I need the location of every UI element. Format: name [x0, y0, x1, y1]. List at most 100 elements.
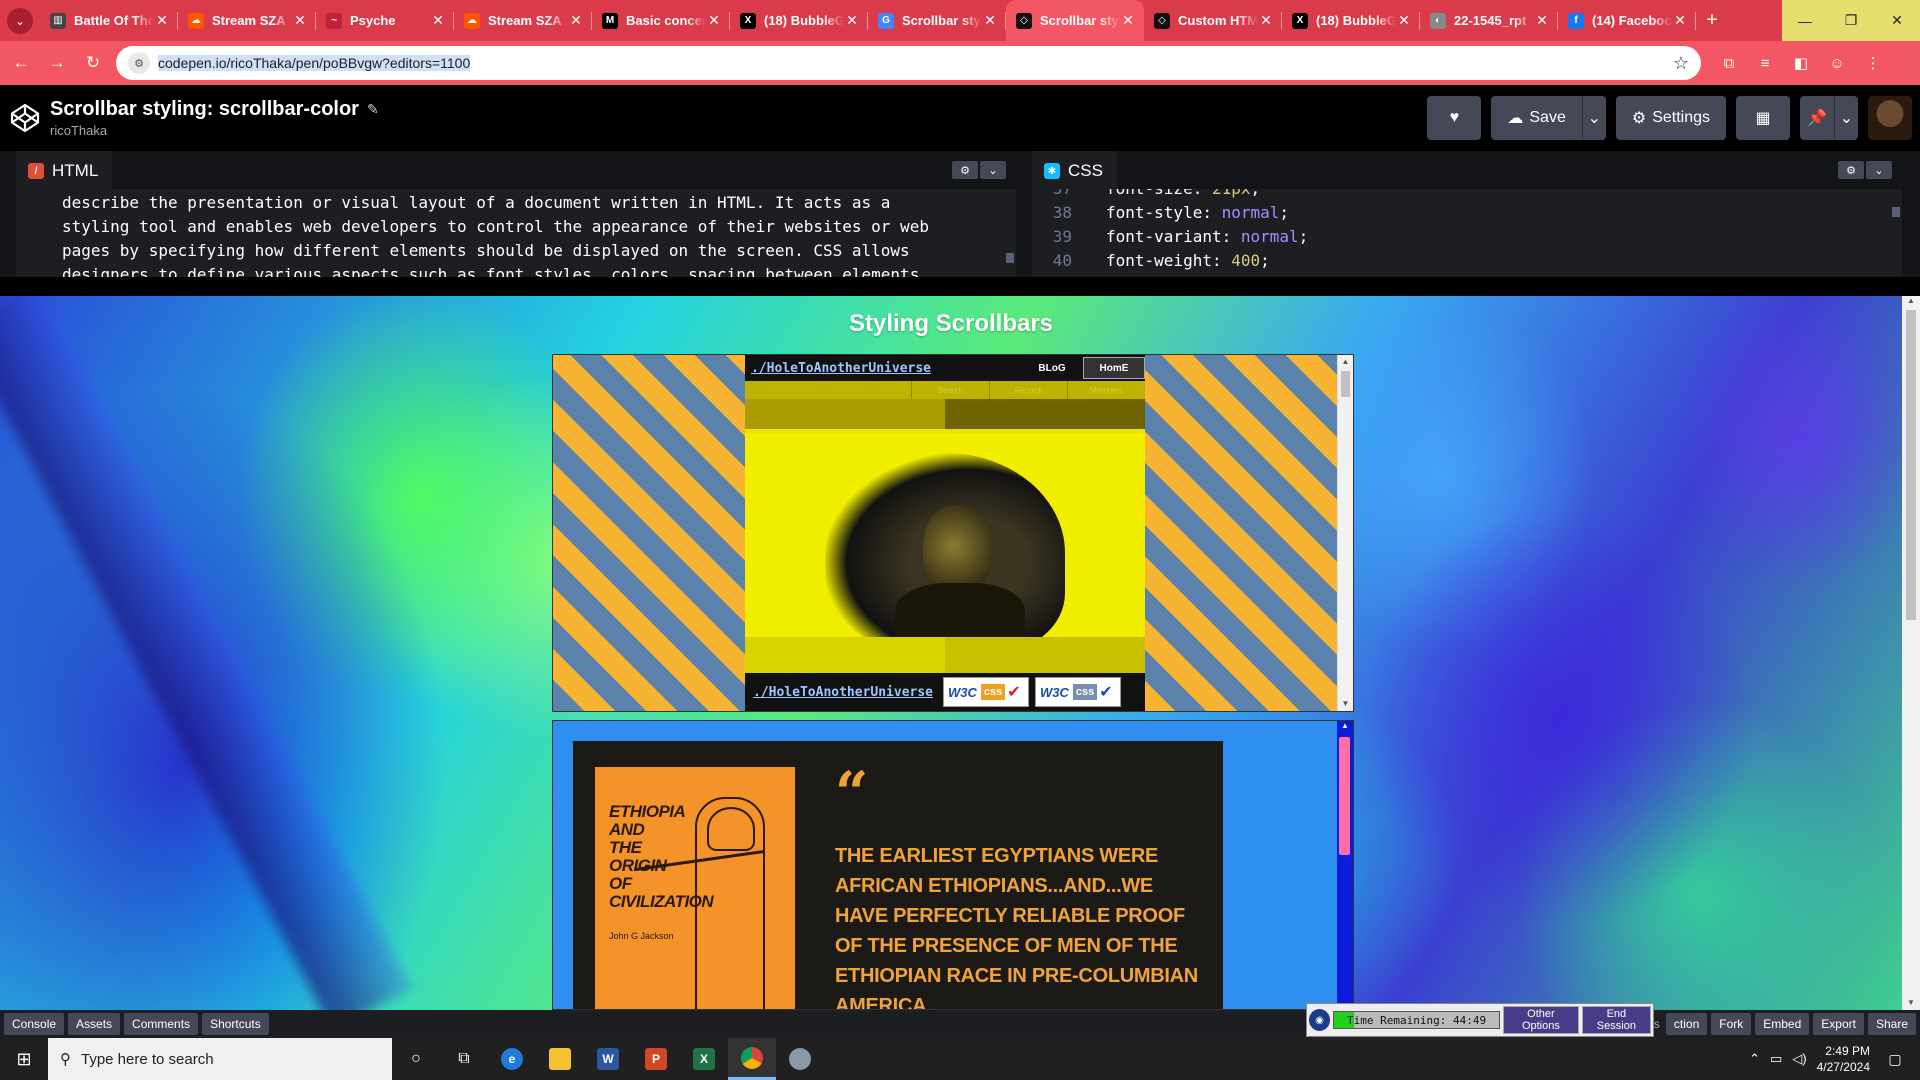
- close-tab-icon[interactable]: ✕: [1396, 12, 1412, 29]
- footer-button-share[interactable]: Share: [1867, 1013, 1916, 1035]
- close-window-icon[interactable]: ✕: [1874, 0, 1920, 41]
- close-tab-icon[interactable]: ✕: [430, 12, 446, 29]
- app-icon[interactable]: [776, 1038, 824, 1080]
- taskbar-search-box[interactable]: ⚲ Type here to search: [48, 1038, 392, 1080]
- powerpoint-icon[interactable]: P: [632, 1038, 680, 1080]
- save-options-button[interactable]: ⌄: [1581, 96, 1606, 140]
- editor-collapse-icon[interactable]: ⌄: [1866, 161, 1892, 179]
- browser-tab[interactable]: ◇ Custom HTM ✕: [1144, 0, 1282, 41]
- pen-title[interactable]: Scrollbar styling: scrollbar-color: [50, 98, 359, 121]
- scroll-box-two[interactable]: ETHIOPIA AND THE ORIGIN OF CIVILIZATION John …: [552, 720, 1354, 1010]
- save-button[interactable]: ☁ Save: [1491, 96, 1582, 140]
- chrome-icon[interactable]: [728, 1038, 776, 1080]
- site-nav-item[interactable]: HomE: [1083, 357, 1145, 379]
- site-footer-link[interactable]: ./HoleToAnotherUniverse: [753, 685, 933, 700]
- site-nav-item[interactable]: BLoG: [1021, 357, 1083, 379]
- network-icon[interactable]: ▭: [1770, 1051, 1782, 1067]
- footer-button-console[interactable]: Console: [4, 1013, 65, 1035]
- windows-start-icon[interactable]: ⊞: [0, 1049, 48, 1070]
- css-code-line[interactable]: line-height: ;: [1106, 273, 1308, 277]
- tab-css[interactable]: ✱ CSS: [1032, 151, 1117, 189]
- browser-tab[interactable]: ☁ Stream SZA ✕: [178, 0, 316, 41]
- css-code-line[interactable]: font-size: 21px;: [1106, 189, 1308, 201]
- minimize-icon[interactable]: —: [1782, 0, 1828, 41]
- scroll-down-icon[interactable]: ▼: [1338, 697, 1353, 711]
- close-tab-icon[interactable]: ✕: [844, 12, 860, 29]
- css-code-line[interactable]: font-variant: normal;: [1106, 225, 1308, 249]
- close-tab-icon[interactable]: ✕: [982, 12, 998, 29]
- back-icon[interactable]: ←: [6, 48, 36, 78]
- tab-html[interactable]: / HTML: [16, 151, 113, 189]
- other-options-button[interactable]: Other Options: [1503, 1006, 1579, 1034]
- scrollbar-thumb[interactable]: [1906, 310, 1916, 620]
- forward-icon[interactable]: →: [42, 48, 72, 78]
- task-view-icon[interactable]: ⧉: [440, 1038, 488, 1080]
- footer-button-embed[interactable]: Embed: [1755, 1013, 1810, 1035]
- tab-search-button[interactable]: ⌄: [0, 0, 40, 41]
- html-code-area[interactable]: describe the presentation or visual layo…: [16, 189, 1016, 277]
- browser-tab[interactable]: ◐ 22-1545_rpt ✕: [1420, 0, 1558, 41]
- footer-button-fork[interactable]: Fork: [1711, 1013, 1752, 1035]
- settings-button[interactable]: ⚙ Settings: [1615, 96, 1726, 140]
- site-subnav-item[interactable]: Search: [911, 381, 989, 399]
- scrollbar-thumb[interactable]: [1339, 737, 1350, 855]
- notifications-icon[interactable]: ▢: [1880, 1051, 1910, 1068]
- pin-button[interactable]: 📌: [1800, 96, 1834, 140]
- menu-icon[interactable]: ⋮: [1855, 54, 1891, 72]
- css-editor-scrollbar[interactable]: [1892, 207, 1900, 217]
- browser-tab[interactable]: ~ Psyche ✕: [316, 0, 454, 41]
- browser-tab[interactable]: X (18) BubbleG ✕: [730, 0, 868, 41]
- pen-author[interactable]: ricoThaka: [50, 123, 379, 138]
- scroll-box-one[interactable]: ./HoleToAnotherUniverse BLoG HomE Search R…: [552, 354, 1354, 712]
- browser-tab[interactable]: ◇ Scrollbar sty ✕: [1006, 0, 1144, 41]
- extensions-icon[interactable]: ⧉: [1711, 54, 1747, 72]
- browser-tab[interactable]: X (18) BubbleG ✕: [1282, 0, 1420, 41]
- editor-settings-icon[interactable]: ⚙: [952, 161, 978, 179]
- footer-button-assets[interactable]: Assets: [68, 1013, 121, 1035]
- site-info-icon[interactable]: ⚙: [128, 52, 150, 74]
- heart-button[interactable]: ♥: [1427, 96, 1482, 140]
- cortana-icon[interactable]: ○: [392, 1038, 440, 1080]
- footer-button-export[interactable]: Export: [1813, 1013, 1864, 1035]
- layout-button[interactable]: ▦: [1736, 96, 1790, 140]
- bookmark-star-icon[interactable]: ☆: [1673, 53, 1689, 74]
- word-icon[interactable]: W: [584, 1038, 632, 1080]
- editor-collapse-icon[interactable]: ⌄: [980, 161, 1006, 179]
- address-bar[interactable]: ⚙ codepen.io/ricoThaka/pen/poBBvgw?edito…: [116, 46, 1701, 80]
- user-avatar[interactable]: [1868, 96, 1912, 140]
- restore-icon[interactable]: ❐: [1828, 0, 1874, 41]
- w3c-css-badge[interactable]: W3C css ✔: [1035, 677, 1122, 707]
- browser-tab[interactable]: ☁ Stream SZA ✕: [454, 0, 592, 41]
- site-logo-link[interactable]: ./HoleToAnotherUniverse: [745, 361, 959, 376]
- w3c-css-badge[interactable]: W3C css ✔: [943, 677, 1030, 707]
- preview-pane[interactable]: Styling Scrollbars ./HoleToAnotherUniver…: [0, 296, 1902, 1010]
- close-tab-icon[interactable]: ✕: [1534, 12, 1550, 29]
- footer-button-ction[interactable]: ction: [1665, 1013, 1708, 1035]
- site-subnav-item[interactable]: Recordi: [989, 381, 1067, 399]
- html-code-line[interactable]: designers to define various aspects such…: [62, 263, 1002, 277]
- close-tab-icon[interactable]: ✕: [568, 12, 584, 29]
- css-code-area[interactable]: 37 38 39 40 41 font-size: 21px;font-style: n…: [1032, 189, 1902, 277]
- end-session-button[interactable]: End Session: [1581, 1006, 1651, 1034]
- html-code-line[interactable]: styling tool and enables web developers …: [62, 215, 1002, 239]
- css-code-line[interactable]: font-weight: 400;: [1106, 249, 1308, 273]
- scroll-up-icon[interactable]: ▲: [1338, 355, 1353, 369]
- html-code-line[interactable]: describe the presentation or visual layo…: [62, 191, 1002, 215]
- close-tab-icon[interactable]: ✕: [1258, 12, 1274, 29]
- scroll-box-two-scrollbar[interactable]: ▲: [1337, 721, 1353, 1009]
- reload-icon[interactable]: ↻: [78, 48, 108, 78]
- url-text[interactable]: codepen.io/ricoThaka/pen/poBBvgw?editors…: [158, 55, 1673, 71]
- scroll-box-one-scrollbar[interactable]: ▲ ▼: [1337, 355, 1353, 711]
- browser-tab[interactable]: f (14) Faceboo ✕: [1558, 0, 1696, 41]
- editor-settings-icon[interactable]: ⚙: [1838, 161, 1864, 179]
- html-editor-scrollbar[interactable]: [1006, 253, 1014, 263]
- site-subnav-item[interactable]: Members: [1067, 381, 1145, 399]
- excel-icon[interactable]: X: [680, 1038, 728, 1080]
- footer-button-shortcuts[interactable]: Shortcuts: [202, 1013, 269, 1035]
- scroll-down-icon[interactable]: ▼: [1902, 998, 1920, 1010]
- scroll-up-icon[interactable]: ▲: [1337, 721, 1353, 733]
- profile-icon[interactable]: ☺: [1819, 54, 1855, 72]
- browser-tab[interactable]: G Scrollbar sty ✕: [868, 0, 1006, 41]
- chevron-up-icon[interactable]: ⌃: [1749, 1051, 1760, 1067]
- scrollbar-thumb[interactable]: [1341, 371, 1350, 397]
